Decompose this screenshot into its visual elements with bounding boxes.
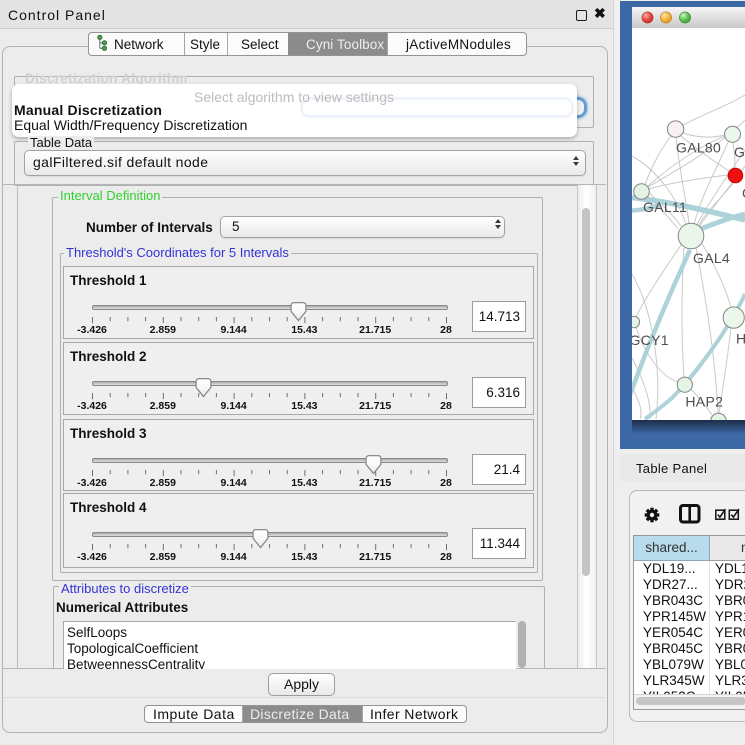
svg-text:GAL: GAL <box>734 144 745 160</box>
svg-text:GAL80: GAL80 <box>676 140 721 156</box>
svg-text:GAL4: GAL4 <box>693 250 730 266</box>
svg-text:GAL11: GAL11 <box>643 199 687 215</box>
svg-text:HS: HS <box>736 331 745 347</box>
svg-text:GCY1: GCY1 <box>632 332 669 348</box>
svg-text:HAP2: HAP2 <box>685 394 723 410</box>
